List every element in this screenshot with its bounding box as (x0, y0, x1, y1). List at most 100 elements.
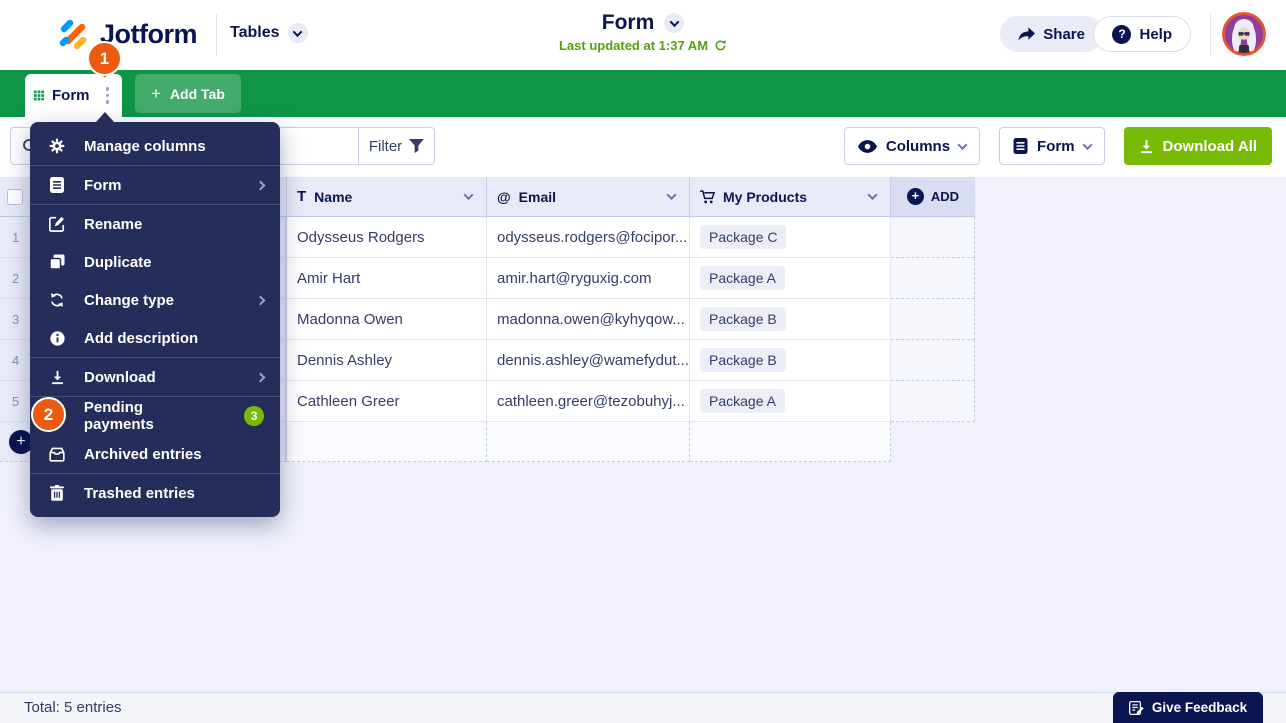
chevron-right-icon (256, 180, 266, 190)
callout-step-1: 1 (87, 41, 122, 76)
question-mark-icon: ? (1112, 25, 1131, 44)
column-header-my-products[interactable]: My Products (690, 177, 891, 217)
plus-icon: + (151, 84, 161, 104)
share-arrow-icon (1018, 27, 1035, 41)
cell-product[interactable]: Package A (690, 258, 891, 299)
cell-name[interactable]: Dennis Ashley (287, 340, 487, 381)
filter-funnel-icon (409, 139, 424, 153)
trash-icon (48, 485, 66, 501)
cell-add-placeholder[interactable] (891, 381, 975, 422)
copy-icon (48, 254, 66, 270)
callout-step-2: 2 (31, 397, 66, 432)
document-icon (48, 177, 66, 193)
header-divider (216, 14, 217, 56)
product-chip: Package A (700, 389, 785, 413)
cell-add-placeholder[interactable] (891, 258, 975, 299)
column-header-email[interactable]: @ Email (487, 177, 690, 217)
title-chevron-down-icon[interactable] (664, 13, 684, 33)
product-chip: Package C (700, 225, 786, 249)
cell-name[interactable]: Amir Hart (287, 258, 487, 299)
select-all-checkbox[interactable] (7, 189, 23, 205)
last-updated-status: Last updated at 1:37 AM (559, 38, 727, 53)
tab-context-menu: Manage columns Form Rename (30, 122, 280, 517)
cell-email[interactable]: cathleen.greer@tezobuhyj... (487, 381, 690, 422)
give-feedback-button[interactable]: Give Feedback (1113, 692, 1263, 723)
cell-name[interactable]: Cathleen Greer (287, 381, 487, 422)
empty-cell[interactable] (287, 422, 487, 462)
plus-circle-icon: + (907, 188, 924, 205)
cell-product[interactable]: Package C (690, 217, 891, 258)
menu-item-archived-entries[interactable]: Archived entries (30, 435, 280, 473)
at-sign-icon: @ (497, 189, 511, 205)
cell-name[interactable]: Odysseus Rodgers (287, 217, 487, 258)
product-chip: Package B (700, 307, 786, 331)
download-icon (1139, 139, 1154, 154)
jotform-logo-icon (55, 16, 91, 52)
product-chip: Package B (700, 348, 786, 372)
chevron-down-icon (868, 190, 878, 200)
help-button[interactable]: ? Help (1093, 16, 1191, 52)
product-switcher[interactable]: Tables (230, 23, 308, 43)
product-chip: Package A (700, 266, 785, 290)
cell-email[interactable]: madonna.owen@kyhyqow... (487, 299, 690, 340)
menu-item-manage-columns[interactable]: Manage columns (30, 127, 280, 165)
chevron-down-icon (464, 190, 474, 200)
grid-icon (34, 87, 44, 104)
avatar[interactable] (1222, 12, 1266, 56)
menu-item-trashed-entries[interactable]: Trashed entries (30, 474, 280, 512)
empty-cell[interactable] (690, 422, 891, 462)
share-button[interactable]: Share (1000, 16, 1103, 52)
cell-add-placeholder[interactable] (891, 217, 975, 258)
jotform-logo[interactable]: Jotform (55, 16, 197, 52)
column-header-name[interactable]: T Name (287, 177, 487, 217)
cell-email[interactable]: dennis.ashley@wamefydut... (487, 340, 690, 381)
cell-add-placeholder[interactable] (891, 299, 975, 340)
empty-cell[interactable] (487, 422, 690, 462)
pending-count-badge: 3 (244, 406, 264, 426)
jotform-tables-app: Jotform Tables Form Last updated at 1:37… (0, 0, 1286, 723)
chevron-down-icon (958, 140, 968, 150)
tab-form[interactable]: Form (25, 74, 122, 117)
header-divider (1210, 14, 1211, 56)
cell-product[interactable]: Package B (690, 299, 891, 340)
tab-options-menu-icon[interactable] (102, 83, 114, 108)
chevron-right-icon (256, 372, 266, 382)
text-type-icon: T (297, 188, 306, 205)
cell-email[interactable]: odysseus.rodgers@focipor... (487, 217, 690, 258)
menu-item-change-type[interactable]: Change type (30, 281, 280, 319)
refresh-arrows-icon (48, 292, 66, 308)
total-entries-label: Total: 5 entries (24, 693, 122, 723)
menu-item-add-description[interactable]: Add description (30, 319, 280, 357)
cart-icon (700, 190, 715, 204)
form-document-icon (1013, 138, 1028, 154)
chevron-down-icon (1082, 140, 1092, 150)
menu-item-duplicate[interactable]: Duplicate (30, 243, 280, 281)
footer-bar: Total: 5 entries (0, 692, 1286, 723)
refresh-icon[interactable] (714, 39, 727, 52)
edit-icon (48, 216, 66, 232)
feedback-icon (1129, 701, 1144, 715)
eye-icon (858, 140, 877, 153)
form-view-button[interactable]: Form (999, 127, 1105, 165)
menu-item-pending-payments[interactable]: Pending payments 3 (30, 397, 280, 435)
download-all-button[interactable]: Download All (1124, 127, 1272, 165)
cell-email[interactable]: amir.hart@ryguxig.com (487, 258, 690, 299)
add-tab-button[interactable]: + Add Tab (135, 74, 241, 113)
page-title-block: Form Last updated at 1:37 AM (559, 11, 727, 53)
chevron-right-icon (256, 295, 266, 305)
cell-product[interactable]: Package B (690, 340, 891, 381)
columns-button[interactable]: Columns (844, 127, 980, 165)
cell-add-placeholder[interactable] (891, 340, 975, 381)
menu-item-download[interactable]: Download (30, 358, 280, 396)
menu-item-rename[interactable]: Rename (30, 205, 280, 243)
download-icon (48, 370, 66, 385)
cell-name[interactable]: Madonna Owen (287, 299, 487, 340)
top-header: Jotform Tables Form Last updated at 1:37… (0, 0, 1286, 70)
page-title: Form (602, 11, 655, 35)
tab-bar: Form + Add Tab (0, 70, 1286, 117)
add-column-button[interactable]: + ADD (891, 177, 975, 217)
menu-item-form[interactable]: Form (30, 166, 280, 204)
cell-product[interactable]: Package A (690, 381, 891, 422)
info-icon (48, 331, 66, 346)
filter-button[interactable]: Filter (358, 128, 434, 164)
